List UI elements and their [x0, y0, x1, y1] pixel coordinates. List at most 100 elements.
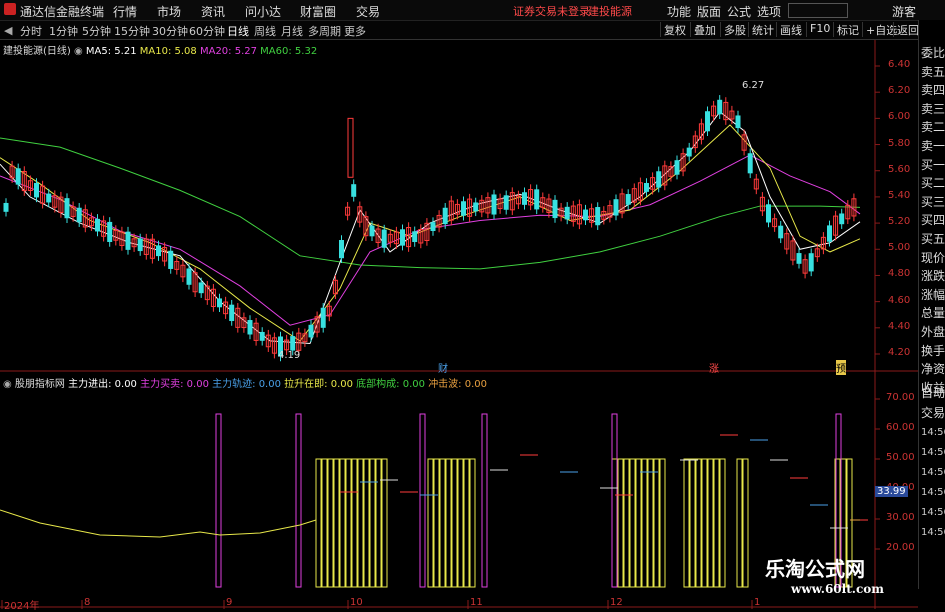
sidebar-quote-item[interactable]: 买五	[921, 232, 945, 246]
indicator-bar	[439, 458, 446, 588]
sidebar-quote-item[interactable]: 买三	[921, 195, 945, 209]
sidebar-quote-item[interactable]: 14:56	[921, 486, 945, 500]
rise-marker[interactable]: 涨	[709, 360, 719, 375]
tab-60min[interactable]: 60分钟	[189, 23, 225, 39]
sidebar-quote-item[interactable]: 涨跌	[921, 269, 945, 283]
sidebar-quote-item[interactable]: 14:56	[921, 446, 945, 460]
candle-body	[64, 198, 70, 219]
finance-marker[interactable]: 财	[438, 360, 448, 375]
sidebar-quote-item[interactable]: 总量	[921, 306, 945, 320]
indicator-bar	[653, 458, 660, 588]
tab-5min[interactable]: 5分钟	[82, 23, 111, 39]
guest-label[interactable]: 游客	[892, 3, 916, 20]
sidebar-quote-item[interactable]: 涨幅	[921, 288, 945, 302]
restore-rights-button[interactable]: 复权	[660, 22, 686, 37]
price-tick-label: 4.40	[888, 320, 911, 332]
menu-bar: 通达信金融终端 行情 市场 资讯 问小达 财富圈 交易 证券交易未登录 建投能源…	[0, 0, 945, 21]
multi-stock-button[interactable]: 多股	[720, 22, 746, 37]
indicator-bar	[641, 458, 648, 588]
candle-body	[400, 229, 405, 246]
price-tick-label: 6.00	[888, 111, 911, 123]
login-warning[interactable]: 证券交易未登录	[513, 3, 590, 19]
menu-item-markets[interactable]: 市场	[157, 3, 181, 20]
candle-body	[747, 153, 753, 174]
tab-monthly[interactable]: 月线	[281, 23, 303, 39]
sidebar-quote-item[interactable]: 卖二	[921, 120, 945, 134]
sidebar-quote-item[interactable]: 买二	[921, 176, 945, 190]
indicator-bar	[701, 458, 708, 588]
menu-item-ask[interactable]: 问小达	[245, 3, 281, 20]
back-arrow-icon[interactable]: ◀	[4, 24, 12, 37]
menu-item-layout[interactable]: 版面	[697, 3, 721, 20]
menu-item-formula[interactable]: 公式	[727, 3, 751, 20]
indicator-bar	[719, 458, 726, 588]
sidebar-quote-item[interactable]: 14:56	[921, 526, 945, 540]
draw-line-button[interactable]: 画线	[776, 22, 802, 37]
tab-1min[interactable]: 1分钟	[49, 23, 78, 39]
menu-item-trade[interactable]: 交易	[356, 3, 380, 20]
statistics-button[interactable]: 统计	[748, 22, 774, 37]
candle-body	[473, 202, 479, 212]
indicator-baseline	[0, 509, 317, 538]
forecast-marker[interactable]: 预	[836, 360, 846, 375]
f10-button[interactable]: F10	[806, 22, 830, 37]
overlay-button[interactable]: 叠加	[690, 22, 716, 37]
candle-body	[412, 231, 418, 243]
kline-chart[interactable]	[0, 40, 918, 609]
indicator-bar	[333, 458, 340, 588]
indicator-bar	[363, 458, 370, 588]
candle-body	[347, 117, 354, 178]
indicator-spike	[419, 413, 426, 588]
candle-body	[552, 199, 558, 219]
tab-30min[interactable]: 30分钟	[152, 23, 188, 39]
candle-body	[46, 193, 52, 203]
sidebar-quote-item[interactable]: 卖四	[921, 83, 945, 97]
tab-15min[interactable]: 15分钟	[114, 23, 150, 39]
sidebar-quote-item[interactable]: 净资	[921, 362, 945, 376]
indicator-bar	[695, 458, 702, 588]
sidebar-quote-item[interactable]: 自动	[921, 386, 945, 400]
sidebar-quote-item[interactable]: 换手	[921, 344, 945, 358]
menu-item-news[interactable]: 资讯	[201, 3, 225, 20]
sidebar-quote-item[interactable]: 买四	[921, 213, 945, 227]
menu-item-options[interactable]: 选项	[757, 3, 781, 20]
indicator-bar	[617, 458, 624, 588]
tab-daily[interactable]: 日线	[227, 23, 249, 39]
tab-weekly[interactable]: 周线	[254, 23, 276, 39]
indicator-tick-label: 50.00	[886, 452, 915, 463]
back-button[interactable]: 返回	[893, 22, 919, 37]
sidebar-quote-item[interactable]: 14:56	[921, 506, 945, 520]
sidebar-quote-item[interactable]: 14:56	[921, 426, 945, 440]
candle-body	[3, 202, 9, 212]
period-toolbar: ◀ 分时 1分钟 5分钟 15分钟 30分钟 60分钟 日线 周线 月线 多周期…	[0, 21, 945, 40]
tab-timeshare[interactable]: 分时	[20, 23, 42, 39]
sidebar-quote-item[interactable]: 委比	[921, 46, 945, 60]
menu-item-wealth[interactable]: 财富圈	[300, 3, 336, 20]
add-watchlist-button[interactable]: +自选	[862, 22, 897, 37]
candle-body	[186, 268, 192, 285]
high-price-label: 6.27	[742, 80, 765, 91]
sidebar-quote-item[interactable]: 买一	[921, 158, 945, 172]
sidebar-quote-item[interactable]: 外盘	[921, 325, 945, 339]
search-box[interactable]	[788, 3, 848, 18]
candle-body	[595, 207, 601, 226]
candle-body	[564, 206, 570, 220]
menu-item-market[interactable]: 行情	[113, 3, 137, 20]
tab-more[interactable]: 更多	[344, 23, 366, 39]
menu-item-function[interactable]: 功能	[667, 3, 691, 20]
sidebar-quote-item[interactable]: 卖五	[921, 65, 945, 79]
sidebar-quote-item[interactable]: 现价	[921, 251, 945, 265]
sidebar-quote-item[interactable]: 14:56	[921, 466, 945, 480]
candle-body	[381, 229, 387, 248]
candle-body	[656, 171, 662, 188]
indicator-bar	[736, 458, 743, 588]
sidebar-quote-item[interactable]: 交易	[921, 406, 945, 420]
sidebar-quote-item[interactable]: 卖一	[921, 139, 945, 153]
stock-name-link[interactable]: 建投能源	[588, 3, 632, 19]
mark-button[interactable]: 标记	[833, 22, 859, 37]
indicator-spike	[295, 413, 302, 588]
tab-multi-period[interactable]: 多周期	[308, 23, 341, 39]
sidebar-quote-item[interactable]: 卖三	[921, 102, 945, 116]
candle-body	[430, 222, 436, 232]
candle-body	[717, 99, 723, 115]
